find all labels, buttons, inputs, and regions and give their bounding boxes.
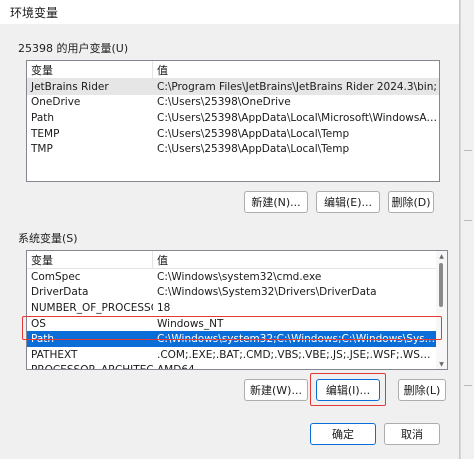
variable-value: C:\Program Files\JetBrains\JetBrains Rid…	[157, 80, 437, 93]
ok-button[interactable]: 确定	[310, 423, 376, 445]
path-row-highlight-outline	[22, 316, 442, 340]
variable-value: C:\Users\25398\AppData\Local\Temp	[157, 127, 350, 140]
variable-row[interactable]: JetBrains Rider C:\Program Files\JetBrain…	[27, 79, 439, 95]
cancel-button[interactable]: 取消	[384, 423, 440, 445]
system-list-header: 变量 值	[27, 251, 447, 269]
variable-name: PROCESSOR_ARCHITECTURE	[27, 364, 153, 369]
system-variables-label: 系统变量(S)	[18, 232, 78, 245]
variable-name: Path	[31, 111, 55, 124]
system-new-button[interactable]: 新建(W)...	[244, 379, 308, 401]
background-mark	[464, 220, 472, 221]
variable-name: TMP	[31, 143, 53, 156]
user-new-button[interactable]: 新建(N)...	[244, 191, 308, 213]
variable-row[interactable]: PATHEXT .COM;.EXE;.BAT;.CMD;.VBS;.VBE;.JS…	[27, 347, 436, 363]
scroll-up-arrow-icon[interactable]: ▲	[436, 251, 447, 261]
background-mark	[464, 385, 472, 386]
column-header-variable[interactable]: 变量	[27, 251, 153, 268]
variable-name: JetBrains Rider	[31, 80, 109, 93]
variable-value: C:\Users\25398\AppData\Local\Microsoft\W…	[157, 111, 439, 124]
variable-name: DriverData	[31, 286, 89, 299]
user-variables-list[interactable]: 变量 值 JetBrains Rider C:\Program Files\Jet…	[26, 60, 440, 182]
variable-value: AMD64	[153, 364, 436, 369]
column-header-value[interactable]: 值	[153, 252, 447, 268]
user-list-header: 变量 值	[27, 61, 439, 79]
environment-variables-dialog: 环境变量 25398 的用户变量(U) 变量 值 JetBrains Rider…	[0, 0, 460, 459]
scroll-thumb[interactable]	[439, 263, 443, 307]
system-variables-list[interactable]: 变量 值 ComSpec C:\Windows\system32\cmd.exe D…	[26, 250, 448, 370]
background-mark	[464, 150, 472, 151]
background-window-edge	[460, 0, 474, 459]
system-list-scrollbar[interactable]: ▲ ▼	[436, 251, 447, 369]
variable-row[interactable]: NUMBER_OF_PROCESSORS 18	[27, 300, 436, 316]
variable-row[interactable]: ComSpec C:\Windows\system32\cmd.exe	[27, 269, 436, 285]
variable-row[interactable]: DriverData C:\Windows\System32\Drivers\Dr…	[27, 285, 436, 301]
edit-button-highlight-outline	[310, 373, 386, 406]
variable-value: .COM;.EXE;.BAT;.CMD;.VBS;.VBE;.JS;.JSE;.…	[157, 348, 436, 361]
system-delete-button[interactable]: 删除(L)	[398, 379, 446, 401]
variable-name: ComSpec	[31, 270, 81, 283]
column-header-value[interactable]: 值	[153, 62, 439, 78]
scroll-down-arrow-icon[interactable]: ▼	[436, 359, 447, 369]
user-variables-label: 25398 的用户变量(U)	[18, 42, 129, 55]
variable-value: 18	[157, 301, 171, 314]
variable-row[interactable]: PROCESSOR_ARCHITECTUREAMD64	[27, 363, 436, 369]
user-delete-button[interactable]: 删除(D)	[388, 191, 434, 213]
variable-value: C:\Windows\System32\Drivers\DriverData	[157, 286, 377, 299]
variable-row[interactable]: Path C:\Users\25398\AppData\Local\Microso…	[27, 110, 439, 126]
variable-row[interactable]: OneDrive C:\Users\25398\OneDrive	[27, 95, 439, 111]
variable-row[interactable]: TEMP C:\Users\25398\AppData\Local\Temp	[27, 126, 439, 142]
variable-name: PATHEXT	[31, 348, 78, 361]
variable-name: TEMP	[31, 127, 60, 140]
variable-value: C:\Users\25398\OneDrive	[157, 96, 291, 109]
user-rows: JetBrains Rider C:\Program Files\JetBrain…	[27, 79, 439, 157]
variable-name: OneDrive	[31, 96, 81, 109]
user-edit-button[interactable]: 编辑(E)...	[316, 191, 380, 213]
title-bar: 环境变量	[0, 0, 459, 24]
variable-name: NUMBER_OF_PROCESSORS	[31, 301, 153, 314]
window-title: 环境变量	[10, 5, 59, 20]
variable-value: C:\Windows\system32\cmd.exe	[157, 270, 322, 283]
variable-row[interactable]: TMP C:\Users\25398\AppData\Local\Temp	[27, 141, 439, 157]
column-header-variable[interactable]: 变量	[27, 61, 153, 78]
variable-value: C:\Users\25398\AppData\Local\Temp	[157, 143, 350, 156]
